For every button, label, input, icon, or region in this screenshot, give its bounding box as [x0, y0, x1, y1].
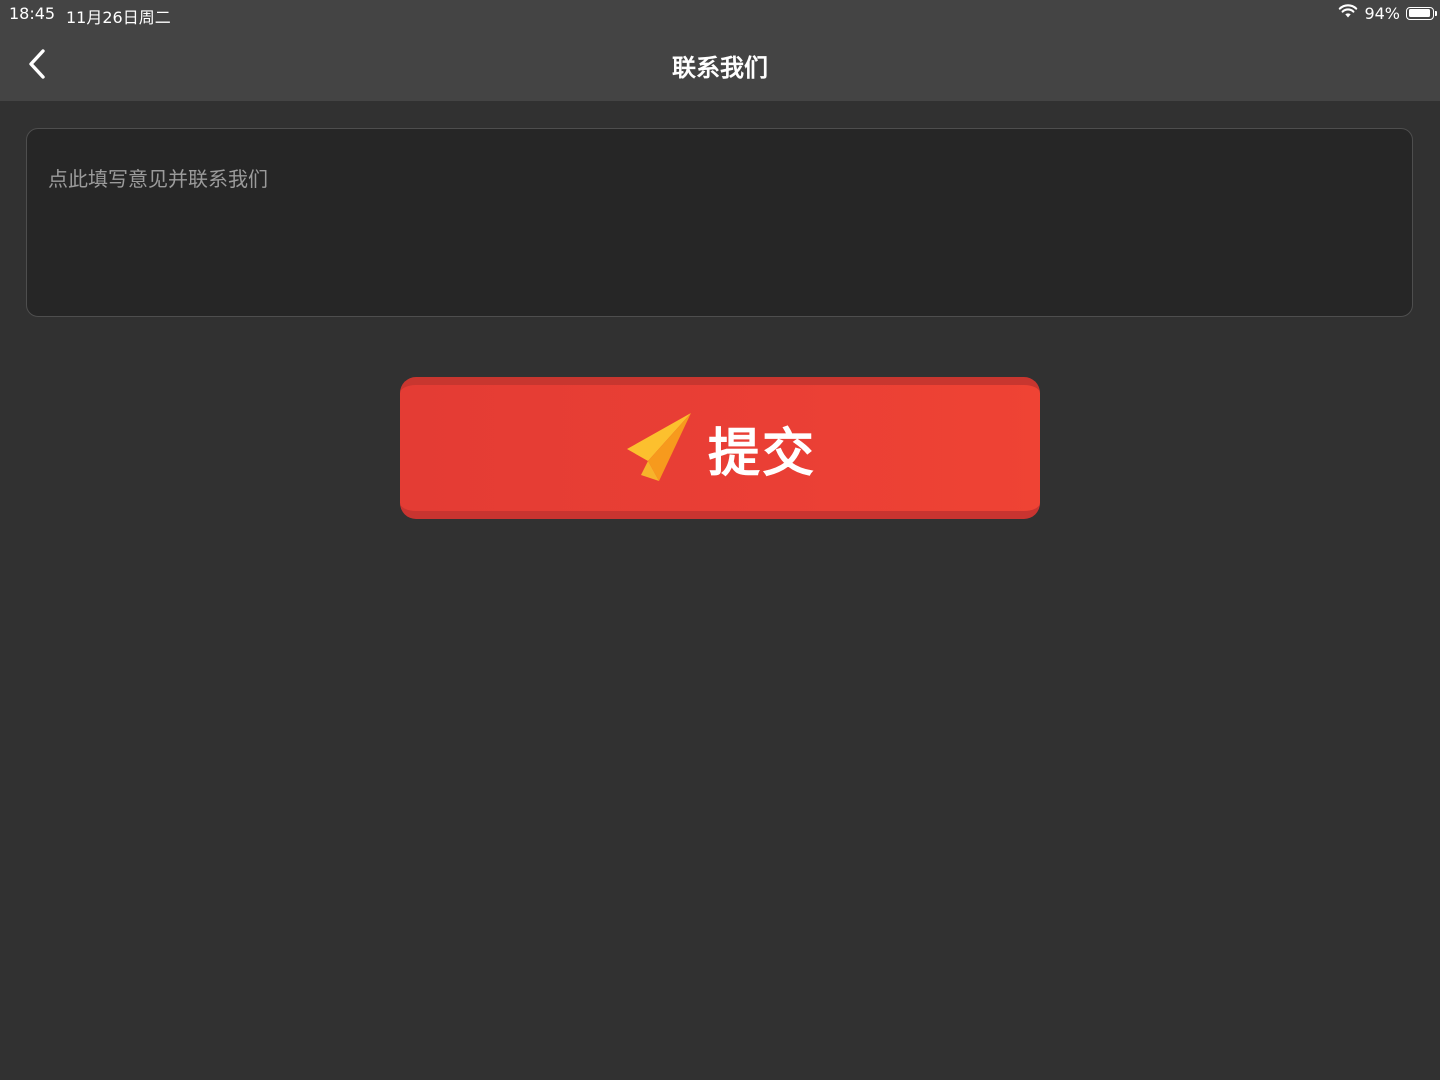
status-date: 11月26日周二 — [66, 8, 171, 27]
status-bar: 18:45 11月26日周二 94% — [0, 0, 1440, 27]
top-bar: 18:45 11月26日周二 94% 联系我们 — [0, 0, 1440, 101]
battery-percent: 94% — [1364, 3, 1400, 23]
battery-icon — [1406, 6, 1437, 20]
page-title: 联系我们 — [672, 54, 768, 82]
status-right: 94% — [1338, 3, 1437, 23]
submit-button[interactable]: 提交 — [400, 377, 1040, 519]
feedback-input[interactable] — [26, 128, 1413, 317]
status-time: 18:45 — [9, 4, 56, 23]
wifi-icon — [1338, 3, 1358, 23]
paper-plane-icon — [624, 411, 694, 485]
battery-fill — [1408, 9, 1431, 17]
submit-label: 提交 — [707, 423, 816, 484]
